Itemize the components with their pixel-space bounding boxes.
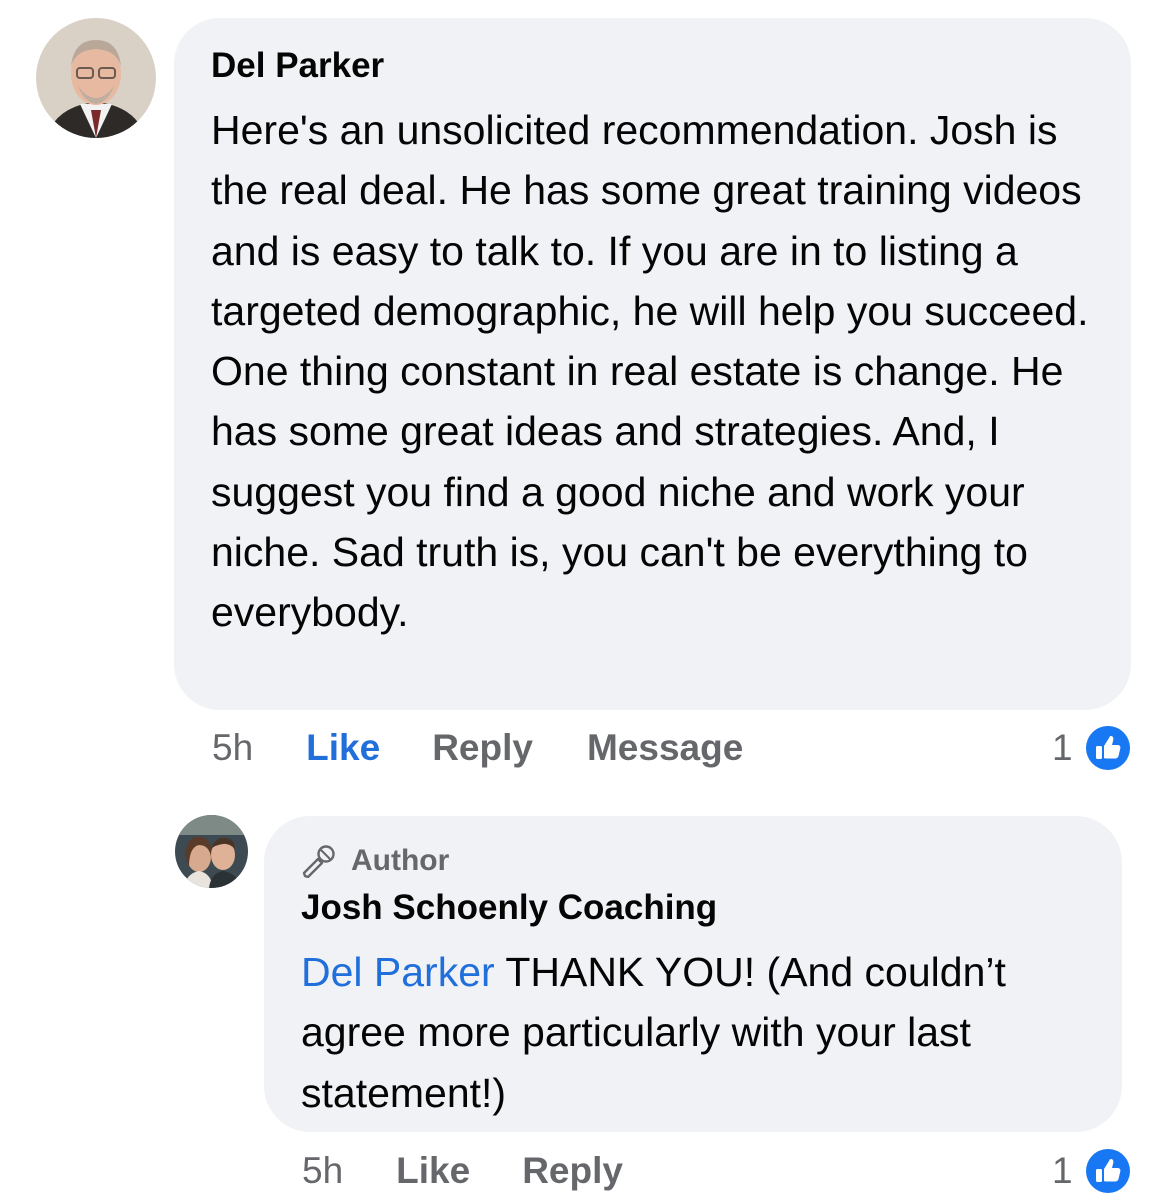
author-badge-label: Author <box>351 844 450 877</box>
comment-timestamp[interactable]: 5h <box>212 727 253 769</box>
message-button[interactable]: Message <box>587 727 743 769</box>
avatar-del-parker[interactable] <box>36 18 156 138</box>
reply-reply-button[interactable]: Reply <box>522 1150 623 1192</box>
reaction-summary[interactable]: 1 <box>1052 723 1133 773</box>
like-button[interactable]: Like <box>306 727 380 769</box>
reply-timestamp[interactable]: 5h <box>302 1150 343 1192</box>
reply-actions: 5h Like Reply <box>302 1146 677 1196</box>
comment-text: Here's an unsolicited recommendation. Jo… <box>211 107 1089 636</box>
thumbs-up-icon <box>1082 1146 1133 1196</box>
reply-like-button[interactable]: Like <box>396 1150 470 1192</box>
author-badge: Author <box>301 844 1086 878</box>
reply-text: Del Parker THANK YOU! (And couldn’t agre… <box>301 942 1086 1123</box>
comment-actions: 5h Like Reply Message <box>212 723 743 773</box>
mention-link[interactable]: Del Parker <box>301 949 495 995</box>
reply-reaction-summary[interactable]: 1 <box>1052 1146 1133 1196</box>
comment-author-name[interactable]: Del Parker <box>211 44 1095 88</box>
comment-bubble: Del Parker Here's an unsolicited recomme… <box>174 18 1131 710</box>
reply-author-name[interactable]: Josh Schoenly Coaching <box>301 886 1086 930</box>
thumbs-up-icon <box>1082 723 1133 773</box>
reply-button[interactable]: Reply <box>432 727 533 769</box>
reply-reaction-count: 1 <box>1052 1150 1073 1191</box>
reply-bubble: Author Josh Schoenly Coaching Del Parker… <box>264 816 1122 1132</box>
avatar-josh-schoenly-coaching[interactable] <box>175 815 248 888</box>
microphone-icon <box>301 844 337 878</box>
reaction-count: 1 <box>1052 727 1073 768</box>
